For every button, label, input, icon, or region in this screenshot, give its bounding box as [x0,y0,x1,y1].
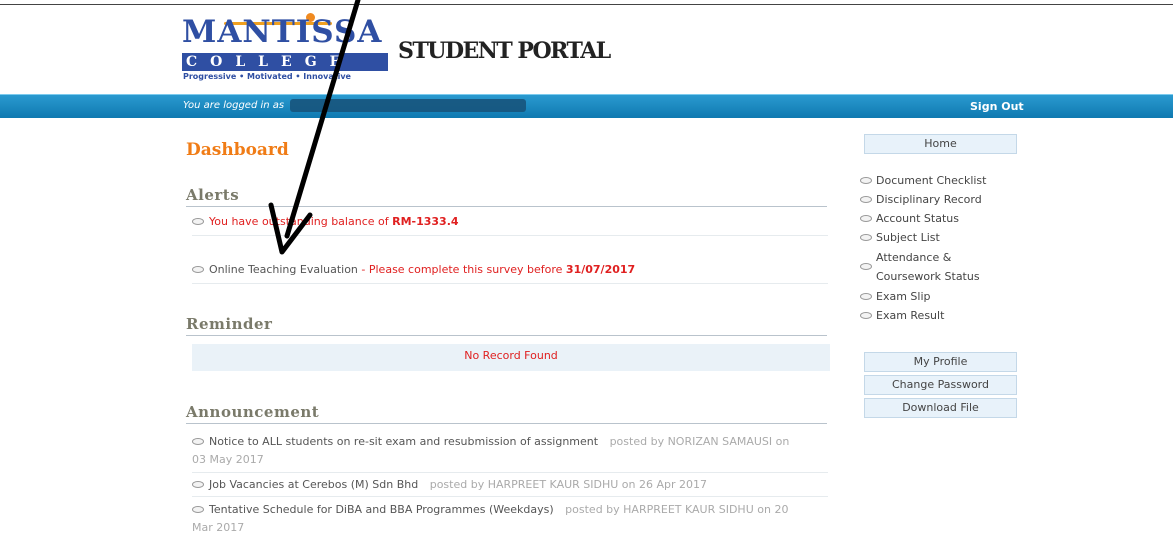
evaluation-link[interactable]: Online Teaching Evaluation [209,263,358,276]
announcement-meta: posted by HARPREET KAUR SIDHU on 26 Apr … [429,478,708,491]
sidebar-item-document-checklist[interactable]: Document Checklist [860,171,986,190]
balance-value: RM-1333.4 [392,215,459,228]
home-button[interactable]: Home [864,134,1017,154]
bullet-icon [860,293,872,300]
sidebar-item-label: Attendance & Coursework Status [876,251,980,283]
announcement-date: Mar 2017 [192,521,245,534]
my-profile-button[interactable]: My Profile [864,352,1017,372]
download-file-button[interactable]: Download File [864,398,1017,418]
logo-college: COLLEGE [186,54,354,70]
bullet-icon [192,218,204,225]
announcement-heading: Announcement [186,403,827,424]
announcement-title[interactable]: Tentative Schedule for DiBA and BBA Prog… [209,503,554,516]
announcement-item[interactable]: Notice to ALL students on re-sit exam an… [192,433,828,473]
bullet-icon [860,196,872,203]
announcement-item[interactable]: Tentative Schedule for DiBA and BBA Prog… [192,501,828,537]
bullet-icon [192,266,204,273]
sidebar-item-account-status[interactable]: Account Status [860,209,959,228]
sidebar-item-label: Exam Slip [876,290,931,303]
alert-evaluation[interactable]: Online Teaching Evaluation - Please comp… [192,262,828,284]
college-logo[interactable]: MANTISSA COLLEGE Progressive • Motivated… [182,13,388,83]
change-password-button[interactable]: Change Password [864,375,1017,395]
announcement-title[interactable]: Notice to ALL students on re-sit exam an… [209,435,598,448]
alerts-heading: Alerts [186,186,827,207]
sidebar-item-disciplinary-record[interactable]: Disciplinary Record [860,190,982,209]
bullet-icon [192,506,204,513]
balance-text: You have outstanding balance of [209,215,393,228]
sidebar-item-label: Disciplinary Record [876,193,982,206]
no-record-message: No Record Found [192,344,830,371]
page-title: Dashboard [186,140,289,160]
sidebar-item-subject-list[interactable]: Subject List [860,228,940,247]
top-border-line [0,4,1173,5]
sidebar-item-label: Document Checklist [876,174,987,187]
logo-name: MANTISSA [182,14,383,50]
bullet-icon [860,312,872,319]
portal-title: STUDENT PORTAL [398,38,611,64]
sidebar-item-exam-result[interactable]: Exam Result [860,306,944,325]
sidebar-item-label: Exam Result [876,309,945,322]
logo-tagline: Progressive • Motivated • Innovative [183,72,351,81]
redacted-username [290,99,526,112]
announcement-date: 03 May 2017 [192,453,264,466]
sidebar-item-label: Subject List [876,231,940,244]
alert-balance[interactable]: You have outstanding balance of RM-1333.… [192,214,828,236]
reminder-heading: Reminder [186,315,827,336]
announcement-title[interactable]: Job Vacancies at Cerebos (M) Sdn Bhd [209,478,418,491]
bullet-icon [860,234,872,241]
bullet-icon [860,263,872,270]
bullet-icon [860,177,872,184]
top-bar: You are logged in as Sign Out [0,94,1173,118]
logged-in-label: You are logged in as [183,100,285,111]
sidebar-item-attendance[interactable]: Attendance & Coursework Status [860,248,1000,286]
bullet-icon [860,215,872,222]
evaluation-text: - Please complete this survey before [357,263,566,276]
sign-out-link[interactable]: Sign Out [970,100,1024,113]
sidebar-item-label: Account Status [876,212,959,225]
bullet-icon [192,481,204,488]
bullet-icon [192,438,204,445]
announcement-meta: posted by HARPREET KAUR SIDHU on 20 [565,503,789,516]
evaluation-date: 31/07/2017 [565,263,636,276]
sidebar-item-exam-slip[interactable]: Exam Slip [860,287,931,306]
announcement-meta: posted by NORIZAN SAMAUSI on [609,435,790,448]
announcement-item[interactable]: Job Vacancies at Cerebos (M) Sdn Bhd pos… [192,477,828,497]
